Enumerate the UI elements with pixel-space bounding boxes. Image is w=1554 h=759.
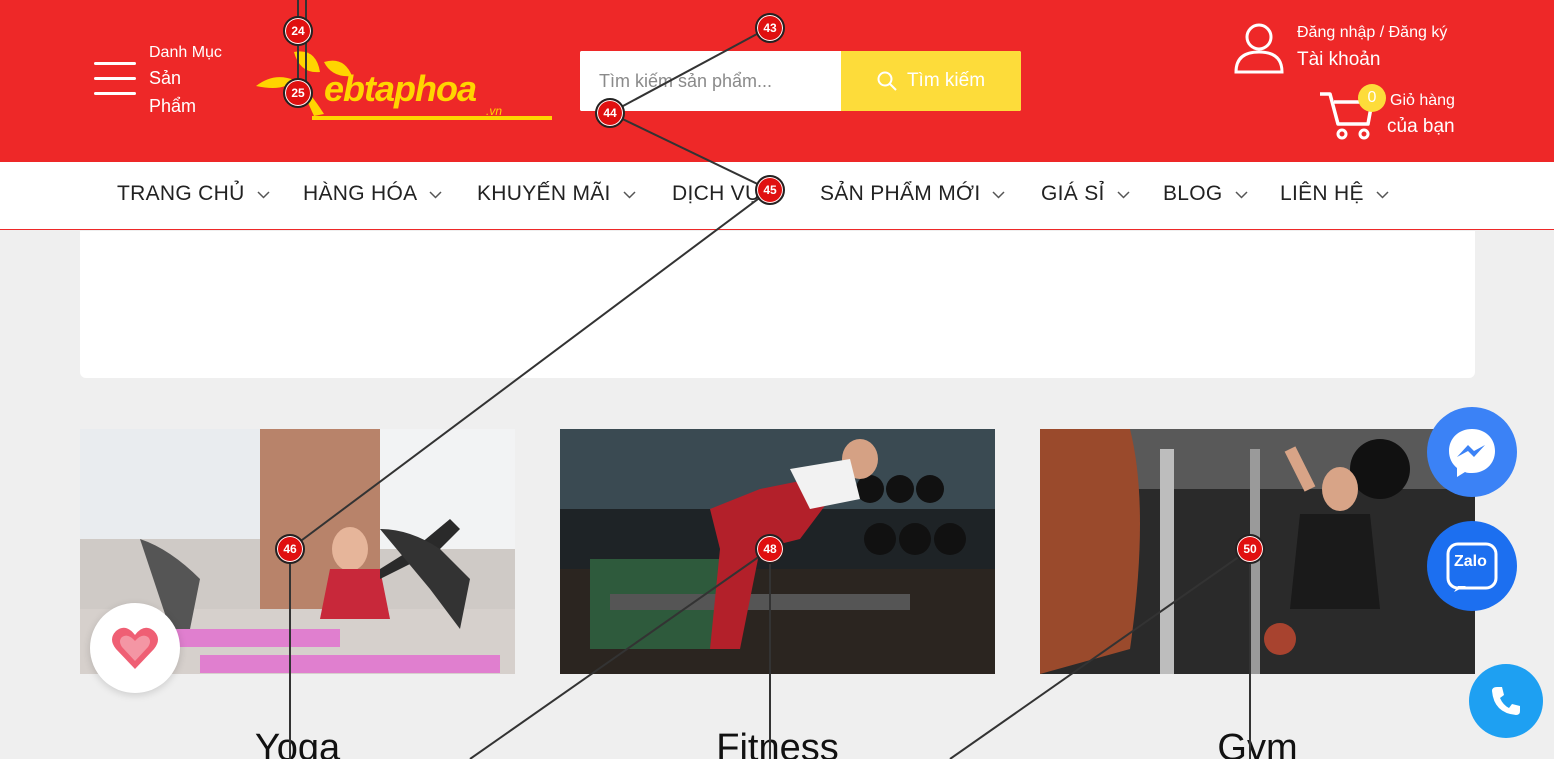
annotation-marker: 50 — [1235, 534, 1265, 564]
annotation-marker: 43 — [755, 13, 785, 43]
account-text: Tài khoản — [1297, 49, 1381, 70]
annotation-marker: 48 — [755, 534, 785, 564]
cart-count-badge: 0 — [1358, 84, 1386, 112]
chevron-down-icon — [1235, 191, 1248, 199]
login-register-text: Đăng nhập / Đăng ký — [1297, 24, 1448, 41]
zalo-label: Zalo — [1454, 553, 1487, 570]
annotation-marker: 46 — [275, 534, 305, 564]
chevron-down-icon — [1117, 191, 1130, 199]
nav-item-san-pham-moi[interactable]: SẢN PHẨM MỚI — [820, 182, 1005, 206]
category-title: Yoga — [254, 727, 341, 759]
nav-item-blog[interactable]: BLOG — [1163, 182, 1248, 206]
nav-item-label: DỊCH VỤ — [672, 182, 761, 205]
nav-item-gia-si[interactable]: GIÁ SỈ — [1041, 182, 1130, 206]
search-box: Tìm kiếm — [580, 51, 1021, 111]
nav-item-khuyen-mai[interactable]: KHUYẾN MÃI — [477, 182, 636, 206]
cart-link[interactable]: 0 Giỏ hàng của bạn — [1318, 84, 1478, 144]
cart-label-top: Giỏ hàng — [1390, 92, 1455, 109]
content-panel — [80, 231, 1475, 378]
account-link[interactable]: Đăng nhập / Đăng ký Tài khoản — [1232, 22, 1472, 78]
category-title: Fitness — [716, 727, 839, 759]
chevron-down-icon — [623, 191, 636, 199]
logo-domain: .vn — [486, 104, 503, 118]
hamburger-menu-icon[interactable] — [94, 62, 138, 100]
heart-icon — [112, 627, 158, 669]
chevron-down-icon — [429, 191, 442, 199]
messenger-icon — [1449, 429, 1495, 477]
wishlist-heart-button[interactable] — [90, 603, 180, 693]
annotation-marker: 25 — [283, 78, 313, 108]
search-button-label: Tìm kiếm — [906, 70, 986, 91]
phone-icon — [1492, 687, 1520, 715]
logo-wordmark: ebtaphoa — [324, 68, 477, 109]
chevron-down-icon — [257, 191, 270, 199]
user-icon — [1234, 23, 1284, 74]
nav-item-trang-chu[interactable]: TRANG CHỦ — [117, 182, 270, 206]
nav-item-hang-hoa[interactable]: HÀNG HÓA — [303, 182, 442, 206]
chevron-down-icon — [992, 191, 1005, 199]
nav-item-lien-he[interactable]: LIÊN HỆ — [1280, 182, 1389, 206]
annotation-marker: 45 — [755, 175, 785, 205]
nav-item-label: HÀNG HÓA — [303, 182, 418, 205]
category-label-line1: Danh Mục — [149, 44, 222, 61]
category-label-line3: Phẩm — [149, 96, 197, 116]
nav-item-label: KHUYẾN MÃI — [477, 182, 611, 205]
search-icon — [877, 71, 897, 91]
category-label-line2: Sản — [149, 68, 182, 88]
nav-item-label: BLOG — [1163, 182, 1223, 205]
nav-item-label: SẢN PHẨM MỚI — [820, 182, 981, 205]
annotation-marker: 44 — [595, 98, 625, 128]
nav-item-label: TRANG CHỦ — [117, 182, 245, 205]
nav-item-label: GIÁ SỈ — [1041, 182, 1105, 205]
search-button[interactable]: Tìm kiếm — [841, 51, 1021, 111]
nav-item-label: LIÊN HỆ — [1280, 182, 1364, 205]
messenger-chat-button[interactable] — [1427, 407, 1517, 497]
zalo-chat-button[interactable]: Zalo — [1427, 521, 1517, 611]
category-title: Gym — [1217, 727, 1298, 759]
cart-label-bottom: của bạn — [1387, 116, 1455, 137]
category-menu-label[interactable]: Danh Mục Sản Phẩm — [149, 42, 222, 120]
chevron-down-icon — [1376, 191, 1389, 199]
annotation-marker: 24 — [283, 16, 313, 46]
phone-call-button[interactable] — [1469, 664, 1543, 738]
